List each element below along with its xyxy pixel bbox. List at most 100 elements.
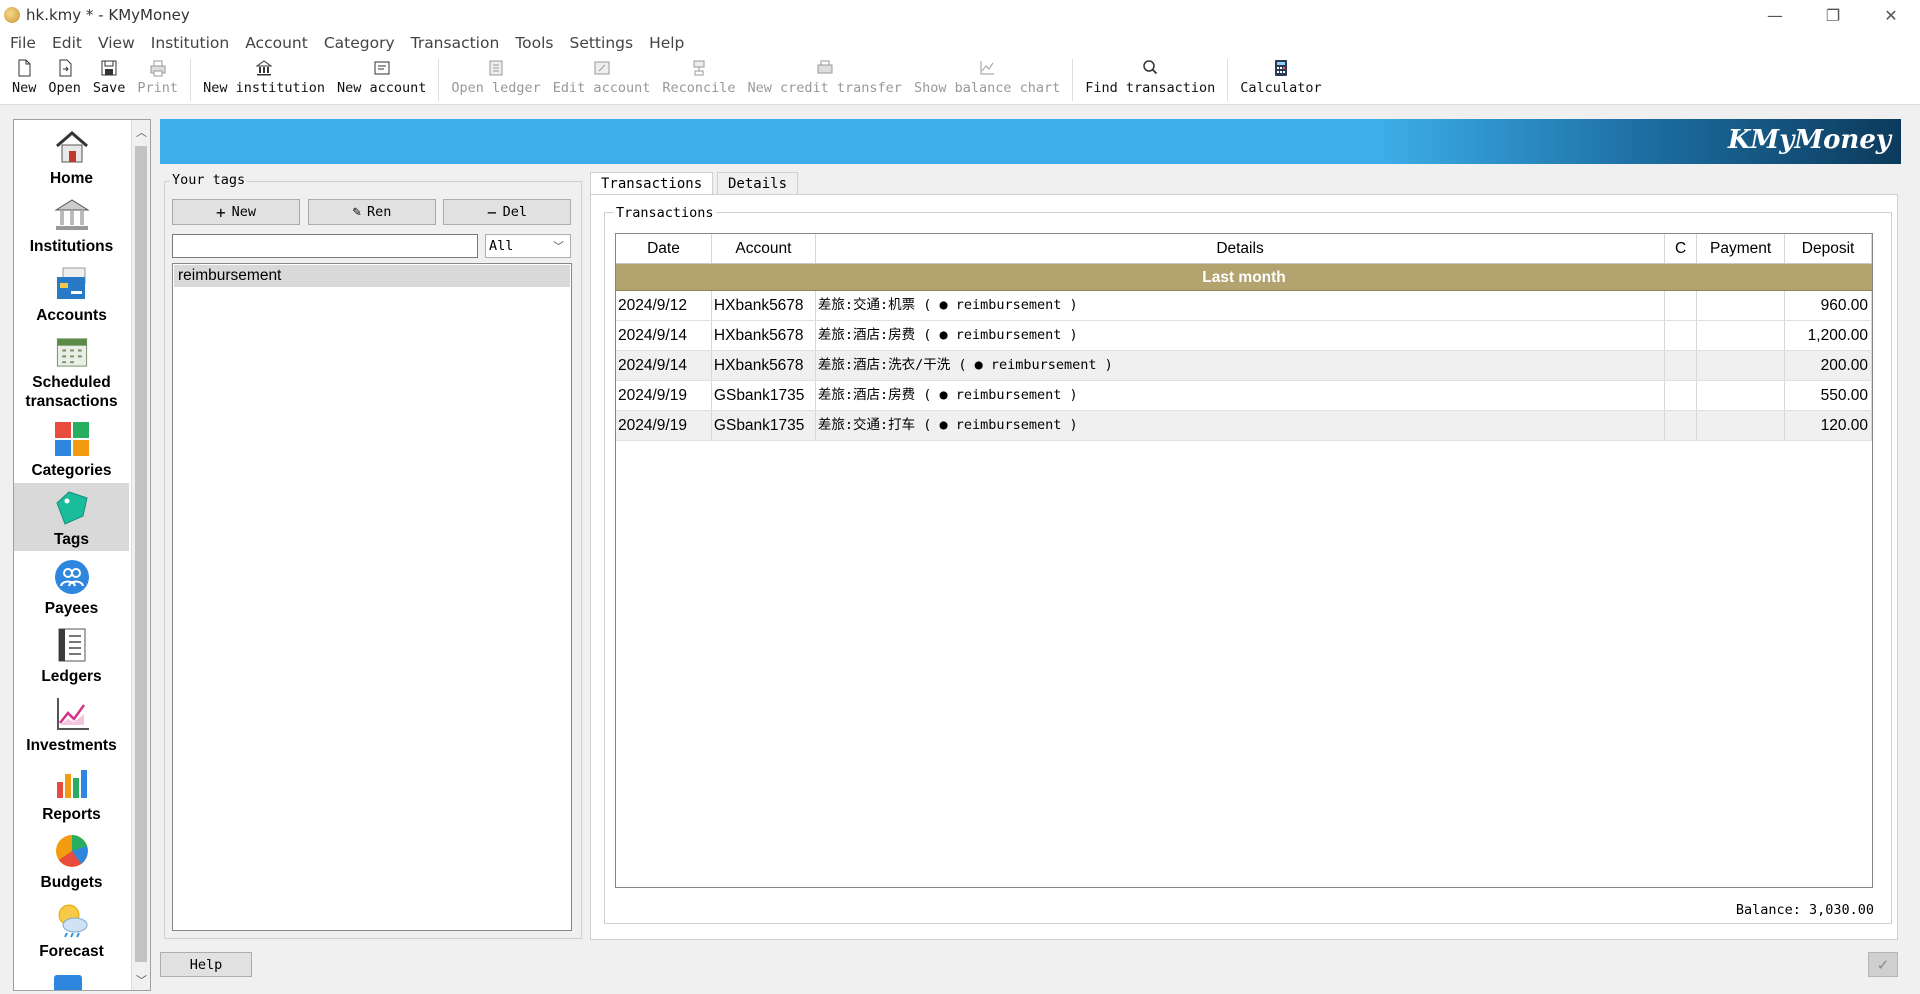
sidebar-item-categories[interactable]: Categories — [14, 414, 129, 480]
sidebar-scrollbar[interactable]: ︿ ﹀ — [131, 120, 150, 990]
cell-deposit: 120.00 — [1785, 411, 1872, 440]
menu-category[interactable]: Category — [316, 34, 403, 52]
cell-payment — [1697, 351, 1786, 380]
reports-icon — [56, 770, 87, 798]
cell-date: 2024/9/19 — [616, 411, 712, 440]
new-file-label: New — [12, 80, 37, 96]
close-button[interactable]: ✕ — [1862, 0, 1920, 30]
scroll-down-icon[interactable]: ﹀ — [136, 972, 147, 988]
cell-deposit: 960.00 — [1785, 291, 1872, 320]
sidebar-item-tags[interactable]: Tags — [14, 483, 129, 551]
rename-tag-button[interactable]: ✎ Ren — [308, 199, 436, 225]
sidebar-item-reports[interactable]: Reports — [14, 758, 129, 824]
column-header-payment[interactable]: Payment — [1697, 234, 1786, 263]
menu-tools[interactable]: Tools — [507, 34, 561, 52]
menu-settings[interactable]: Settings — [561, 34, 641, 52]
sidebar-item-home[interactable]: Home — [14, 122, 129, 188]
new-institution-button[interactable]: New institution — [197, 55, 331, 96]
cell-c — [1665, 351, 1698, 380]
reconcile-button[interactable]: Reconcile — [656, 55, 741, 96]
show-balance-chart-label: Show balance chart — [913, 80, 1061, 96]
tag-list-item[interactable]: reimbursement — [174, 265, 570, 287]
open-ledger-button[interactable]: Open ledger — [445, 55, 546, 96]
new-account-button[interactable]: New account — [331, 55, 432, 96]
delete-tag-button[interactable]: − Del — [443, 199, 571, 225]
cell-details: 差旅:酒店:洗衣/干洗 ( ● reimbursement ) — [816, 351, 1666, 380]
column-header-c[interactable]: C — [1665, 234, 1698, 263]
tab-transactions[interactable]: Transactions — [590, 172, 714, 195]
new-credit-transfer-button[interactable]: New credit transfer — [742, 55, 908, 96]
sidebar-item-accounts[interactable]: Accounts — [14, 259, 129, 325]
tag-search-input[interactable] — [172, 234, 478, 258]
tags-panel: Your tags + New ✎ Ren − Del All ﹀ reimbu… — [160, 172, 584, 939]
table-row[interactable]: 2024/9/14 HXbank5678 差旅:酒店:洗衣/干洗 ( ● rei… — [616, 351, 1872, 381]
budgets-icon — [55, 835, 88, 867]
menu-transaction[interactable]: Transaction — [403, 34, 508, 52]
new-file-button[interactable]: New — [6, 55, 42, 96]
sidebar-item-institutions[interactable]: Institutions — [14, 190, 129, 256]
sidebar-item-forecast[interactable]: Forecast — [14, 895, 129, 961]
menu-file[interactable]: File — [2, 34, 44, 52]
menu-bar: File Edit View Institution Account Categ… — [0, 30, 1920, 55]
reconcile-icon — [693, 60, 705, 76]
find-transaction-button[interactable]: Find transaction — [1079, 55, 1221, 96]
table-row[interactable]: 2024/9/14 HXbank5678 差旅:酒店:房费 ( ● reimbu… — [616, 321, 1872, 351]
scrollbar-thumb[interactable] — [135, 146, 147, 962]
table-row[interactable]: 2024/9/19 GSbank1735 差旅:交通:打车 ( ● reimbu… — [616, 411, 1872, 441]
menu-help[interactable]: Help — [641, 34, 692, 52]
column-header-date[interactable]: Date — [616, 234, 712, 263]
menu-view[interactable]: View — [90, 34, 143, 52]
cell-account: GSbank1735 — [712, 411, 816, 440]
sidebar-item-label: Budgets — [40, 874, 103, 891]
help-button[interactable]: Help — [160, 952, 252, 977]
cell-payment — [1697, 291, 1786, 320]
new-credit-transfer-label: New credit transfer — [747, 80, 902, 96]
toolbar-separator — [190, 59, 192, 101]
show-balance-chart-button[interactable]: Show balance chart — [908, 55, 1066, 96]
tag-filter-select[interactable]: All ﹀ — [485, 234, 571, 258]
restore-button[interactable]: ❐ — [1804, 0, 1862, 30]
calculator-icon — [1274, 60, 1287, 76]
open-file-button[interactable]: Open — [42, 55, 87, 96]
sidebar-item-budgets[interactable]: Budgets — [14, 826, 129, 892]
cell-date: 2024/9/14 — [616, 351, 712, 380]
toolbar-separator — [438, 59, 440, 101]
menu-institution[interactable]: Institution — [143, 34, 237, 52]
save-file-button[interactable]: Save — [87, 55, 132, 96]
balance-label: Balance: 3,030.00 — [1735, 902, 1874, 918]
sidebar-item-investments[interactable]: Investments — [14, 689, 129, 755]
cell-account: HXbank5678 — [712, 321, 816, 350]
minimize-button[interactable]: — — [1746, 0, 1804, 30]
sidebar-item-label: Scheduled transactions — [25, 374, 118, 410]
tag-details-area: Transactions Details Transactions Date A… — [590, 172, 1900, 942]
search-icon — [1143, 60, 1158, 75]
checkmark-icon: ✓ — [1876, 955, 1890, 974]
table-row[interactable]: 2024/9/19 GSbank1735 差旅:酒店:房费 ( ● reimbu… — [616, 381, 1872, 411]
tab-details[interactable]: Details — [717, 172, 799, 194]
sidebar-item-ledgers[interactable]: Ledgers — [14, 620, 129, 686]
balance-chart-icon — [980, 61, 995, 75]
menu-account[interactable]: Account — [237, 34, 316, 52]
menu-edit[interactable]: Edit — [44, 34, 90, 52]
print-icon — [150, 60, 166, 77]
kmymoney-app-icon — [4, 7, 20, 23]
calculator-button[interactable]: Calculator — [1234, 55, 1327, 96]
cell-account: HXbank5678 — [712, 291, 816, 320]
title-bar: hk.kmy * - KMyMoney — ❐ ✕ — [0, 0, 1920, 30]
column-header-details[interactable]: Details — [816, 234, 1666, 263]
edit-account-button[interactable]: Edit account — [547, 55, 657, 96]
save-label: Save — [92, 80, 126, 96]
table-row[interactable]: 2024/9/12 HXbank5678 差旅:交通:机票 ( ● reimbu… — [616, 291, 1872, 321]
sidebar-item-payees[interactable]: Payees — [14, 552, 129, 618]
outbox-icon — [54, 975, 82, 990]
new-tag-button[interactable]: + New — [172, 199, 300, 225]
column-header-deposit[interactable]: Deposit — [1785, 234, 1872, 263]
apply-button[interactable]: ✓ — [1868, 952, 1898, 977]
institution-icon — [255, 60, 273, 76]
sidebar-item-label: Institutions — [29, 238, 114, 255]
sidebar-item-scheduled-transactions[interactable]: Scheduled transactions — [14, 327, 129, 411]
column-header-account[interactable]: Account — [712, 234, 816, 263]
print-button[interactable]: Print — [131, 55, 184, 96]
scroll-up-icon[interactable]: ︿ — [136, 124, 147, 140]
open-ledger-label: Open ledger — [451, 80, 541, 96]
